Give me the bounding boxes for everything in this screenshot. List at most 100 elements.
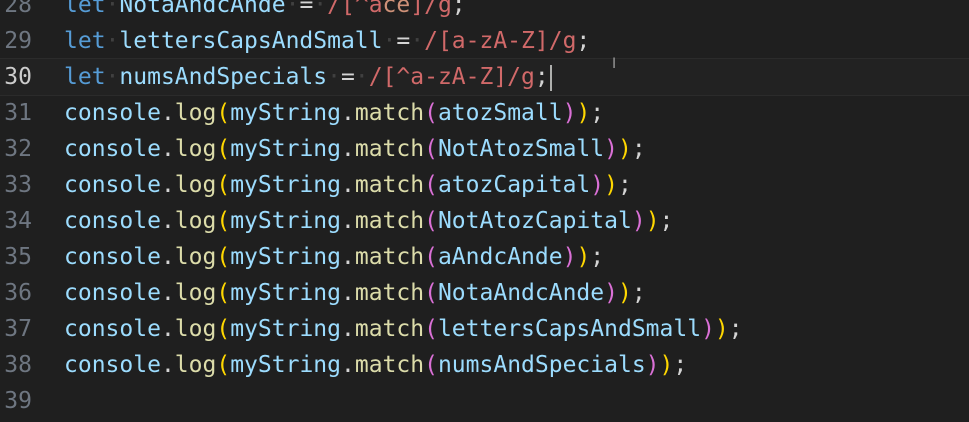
code-token: let — [64, 0, 106, 18]
code-token: aAndcAnde — [437, 244, 563, 270]
code-token: ) — [617, 280, 632, 306]
line-number: 35 — [4, 244, 32, 270]
code-token: · — [105, 0, 120, 18]
code-content[interactable]: console.log(myString.match(NotaAndcAnde)… — [64, 275, 646, 311]
code-token: myString — [230, 100, 341, 126]
code-line[interactable]: 37 console.log(myString.match(lettersCaps… — [0, 311, 969, 347]
code-content[interactable]: let·lettersCapsAndSmall·=·/[a-zA-Z]/g; — [64, 23, 590, 59]
code-token: /[a-zA-Z]/g — [424, 28, 577, 54]
line-number: 39 — [4, 388, 32, 414]
code-token: . — [160, 352, 175, 378]
code-token: . — [160, 280, 175, 306]
code-token: console — [64, 244, 161, 270]
code-content[interactable]: console.log(myString.match(NotAtozCapita… — [64, 203, 673, 239]
code-token: log — [174, 244, 217, 270]
code-token: ) — [617, 136, 632, 162]
code-content[interactable]: console.log(myString.match(lettersCapsAn… — [64, 311, 743, 347]
code-token: ; — [590, 244, 605, 270]
code-line[interactable]: 29 let·lettersCapsAndSmall·=·/[a-zA-Z]/g; — [0, 23, 969, 59]
code-token: · — [285, 0, 300, 18]
code-token: = — [299, 0, 314, 18]
code-token: log — [174, 280, 217, 306]
code-token: atozSmall — [437, 100, 563, 126]
code-token: ; — [618, 172, 632, 198]
code-content[interactable]: let·numsAndSpecials·=·/[^a-zA-Z]/g; — [64, 59, 552, 95]
code-token: /[^a — [327, 0, 383, 18]
code-token: ( — [216, 208, 231, 234]
code-content[interactable]: console.log(myString.match(atozSmall)); — [64, 95, 604, 131]
code-token: . — [340, 244, 355, 270]
code-line[interactable]: 34 console.log(myString.match(NotAtozCapi… — [0, 203, 969, 239]
code-token: ce — [382, 0, 411, 18]
code-line[interactable]: 39 — [0, 383, 969, 419]
code-line[interactable]: 38 console.log(myString.match(numsAndSpec… — [0, 347, 969, 383]
code-content[interactable]: console.log(myString.match(NotAtozSmall)… — [64, 131, 646, 167]
ibeam-cursor-icon: I — [612, 56, 617, 72]
code-token: ( — [424, 208, 438, 234]
code-token: console — [64, 136, 161, 162]
code-token: · — [105, 64, 120, 90]
code-token: ; — [673, 352, 688, 378]
code-token: ( — [424, 280, 438, 306]
code-token: . — [340, 136, 355, 162]
code-token: console — [64, 100, 161, 126]
code-token: NotAtozCapital — [437, 208, 632, 234]
code-content[interactable]: console.log(myString.match(aAndcAnde)); — [64, 239, 604, 275]
code-content[interactable]: console.log(myString.match(atozCapital))… — [64, 167, 632, 203]
code-token: ( — [216, 352, 231, 378]
code-token: match — [354, 136, 425, 162]
code-token: ( — [424, 352, 438, 378]
code-line[interactable]: 35 console.log(myString.match(aAndcAnde))… — [0, 239, 969, 275]
code-token: · — [382, 28, 397, 54]
code-token: match — [354, 352, 425, 378]
code-token: atozCapital — [437, 172, 591, 198]
code-token: console — [64, 352, 161, 378]
line-number: 34 — [4, 208, 32, 234]
code-token: · — [354, 64, 369, 90]
code-token: . — [160, 172, 175, 198]
code-token: myString — [230, 352, 341, 378]
code-token: NotAtozSmall — [437, 136, 605, 162]
code-line[interactable]: 33 console.log(myString.match(atozCapital… — [0, 167, 969, 203]
code-token: ; — [728, 316, 743, 342]
code-token: ) — [631, 208, 646, 234]
code-token: console — [64, 280, 161, 306]
code-token: myString — [230, 280, 341, 306]
line-number: 30 — [4, 64, 32, 90]
code-token: ( — [424, 244, 438, 270]
code-line[interactable]: 28 let·NotaAndcAnde·=·/[^ace]/g; — [0, 0, 969, 23]
code-token: ( — [216, 316, 231, 342]
code-token: ]/g — [410, 0, 452, 18]
code-token: ( — [424, 316, 438, 342]
code-token: let — [64, 28, 106, 54]
code-token: ) — [590, 172, 605, 198]
code-token: = — [396, 28, 411, 54]
code-token: log — [174, 208, 217, 234]
code-line[interactable]: 31 console.log(myString.match(atozSmall))… — [0, 95, 969, 131]
code-token: ) — [562, 100, 577, 126]
code-token: console — [64, 316, 161, 342]
code-token: . — [340, 100, 355, 126]
code-token: lettersCapsAndSmall — [437, 316, 702, 342]
code-line[interactable]: 36 console.log(myString.match(NotaAndcAnd… — [0, 275, 969, 311]
code-line[interactable]: 32 console.log(myString.match(NotAtozSmal… — [0, 131, 969, 167]
code-token: match — [354, 100, 425, 126]
code-token: ( — [424, 136, 438, 162]
line-number: 38 — [4, 352, 32, 378]
code-token: . — [160, 244, 175, 270]
code-line[interactable]: 30 let·numsAndSpecials·=·/[^a-zA-Z]/g; — [0, 58, 969, 96]
code-content[interactable]: let·NotaAndcAnde·=·/[^ace]/g; — [64, 0, 466, 23]
code-token: myString — [230, 208, 341, 234]
code-token: myString — [230, 136, 341, 162]
code-token: match — [354, 316, 425, 342]
code-token: myString — [230, 244, 341, 270]
code-content[interactable]: console.log(myString.match(numsAndSpecia… — [64, 347, 687, 383]
code-token: ) — [604, 136, 618, 162]
code-token: · — [410, 28, 425, 54]
code-token: . — [160, 136, 175, 162]
code-editor[interactable]: 28 let·NotaAndcAnde·=·/[^ace]/g; 29 let·let… — [0, 0, 969, 422]
text-cursor — [549, 64, 552, 91]
code-token: . — [160, 208, 175, 234]
code-token: lettersCapsAndSmall — [119, 28, 383, 54]
line-number: 36 — [4, 280, 32, 306]
